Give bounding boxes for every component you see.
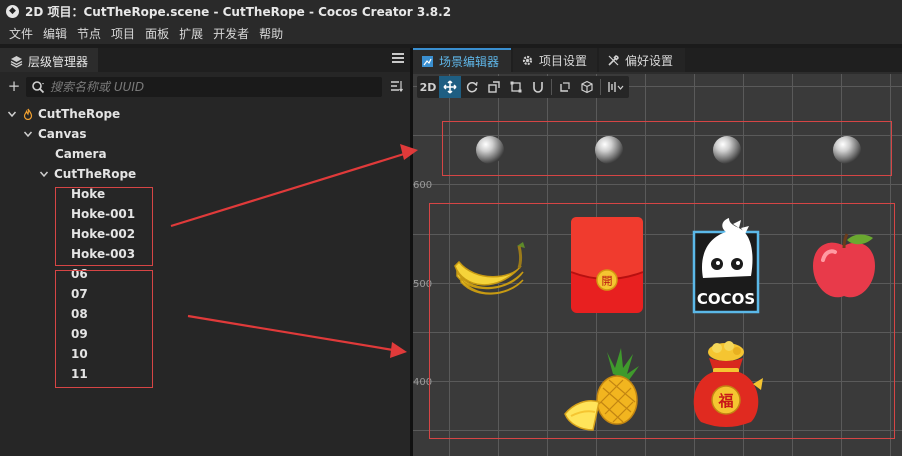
- hierarchy-tab-bar: 层级管理器: [0, 48, 410, 72]
- chevron-down-icon[interactable]: [22, 128, 34, 140]
- menu-node[interactable]: 节点: [72, 25, 106, 42]
- scene-flame-icon: [23, 108, 33, 120]
- annotation-box-hoke-nodes: [55, 187, 153, 266]
- tree-node-label: Camera: [55, 147, 107, 161]
- scene-toolbar: 2D: [417, 76, 629, 98]
- menu-bar: 文件 编辑 节点 项目 面板 扩展 开发者 帮助: [0, 22, 902, 44]
- tree-node-scene-root[interactable]: CutTheRope: [6, 104, 120, 124]
- add-node-button[interactable]: +: [6, 78, 22, 94]
- menu-file[interactable]: 文件: [4, 25, 38, 42]
- tree-node-label: CutTheRope: [38, 107, 121, 121]
- tab-preferences[interactable]: 偏好设置: [599, 48, 685, 72]
- tree-node-label: CutTheRope: [54, 167, 137, 181]
- tab-scene-editor[interactable]: 场景编辑器: [413, 48, 511, 72]
- hierarchy-toolbar: +: [0, 74, 410, 100]
- editor-tab-bar: 场景编辑器 项目设置 偏好设置: [413, 48, 902, 72]
- menu-edit[interactable]: 编辑: [38, 25, 72, 42]
- tree-node-canvas[interactable]: Canvas: [22, 124, 87, 144]
- gear-icon: [522, 55, 533, 65]
- tab-scene-editor-label: 场景编辑器: [439, 54, 500, 69]
- menu-extension[interactable]: 扩展: [174, 25, 208, 42]
- tab-preferences-label: 偏好设置: [625, 53, 674, 68]
- chevron-down-icon[interactable]: [6, 108, 18, 120]
- window-title: 2D 项目：CutTheRope.scene - CutTheRope - Co…: [25, 4, 452, 19]
- tree-node-cuttherope[interactable]: CutTheRope: [38, 164, 136, 184]
- cocos-app-icon: ◆: [6, 4, 19, 18]
- rect-tool-icon[interactable]: [505, 76, 527, 98]
- tree-node-camera[interactable]: Camera: [55, 144, 107, 164]
- search-input[interactable]: [50, 77, 376, 97]
- wrench-icon: [608, 54, 619, 66]
- menu-developer[interactable]: 开发者: [208, 25, 254, 42]
- menu-project[interactable]: 项目: [106, 25, 140, 42]
- annotation-box-fruits: [429, 203, 895, 439]
- annotation-box-fruit-nodes: [55, 270, 153, 388]
- rotate-tool-icon[interactable]: [461, 76, 483, 98]
- annotation-box-balls: [442, 121, 892, 176]
- tree-node-label: Canvas: [38, 127, 87, 141]
- align-dropdown-icon[interactable]: [603, 76, 629, 98]
- menu-help[interactable]: 帮助: [254, 25, 288, 42]
- tab-project-settings[interactable]: 项目设置: [513, 48, 597, 72]
- title-bar: ◆ 2D 项目：CutTheRope.scene - CutTheRope - …: [0, 0, 902, 22]
- move-tool-icon[interactable]: [439, 76, 461, 98]
- panel-menu-icon[interactable]: [392, 53, 404, 65]
- scale-tool-icon[interactable]: [483, 76, 505, 98]
- tab-hierarchy-label: 层级管理器: [28, 54, 89, 69]
- search-icon[interactable]: [31, 80, 45, 94]
- chevron-down-icon[interactable]: [38, 168, 50, 180]
- tab-project-settings-label: 项目设置: [539, 53, 588, 68]
- 2d-mode-button[interactable]: 2D: [417, 76, 439, 98]
- transform-pivot-icon[interactable]: [554, 76, 576, 98]
- search-box: [26, 77, 382, 97]
- axis-label-600: 600: [413, 180, 433, 191]
- sort-icon[interactable]: [390, 79, 404, 93]
- snap-magnet-icon[interactable]: [527, 76, 549, 98]
- layers-icon: [10, 55, 23, 68]
- cube-icon[interactable]: [576, 76, 598, 98]
- tab-hierarchy[interactable]: 层级管理器: [0, 48, 98, 72]
- menu-panel[interactable]: 面板: [140, 25, 174, 42]
- scene-editor-icon: [422, 55, 433, 67]
